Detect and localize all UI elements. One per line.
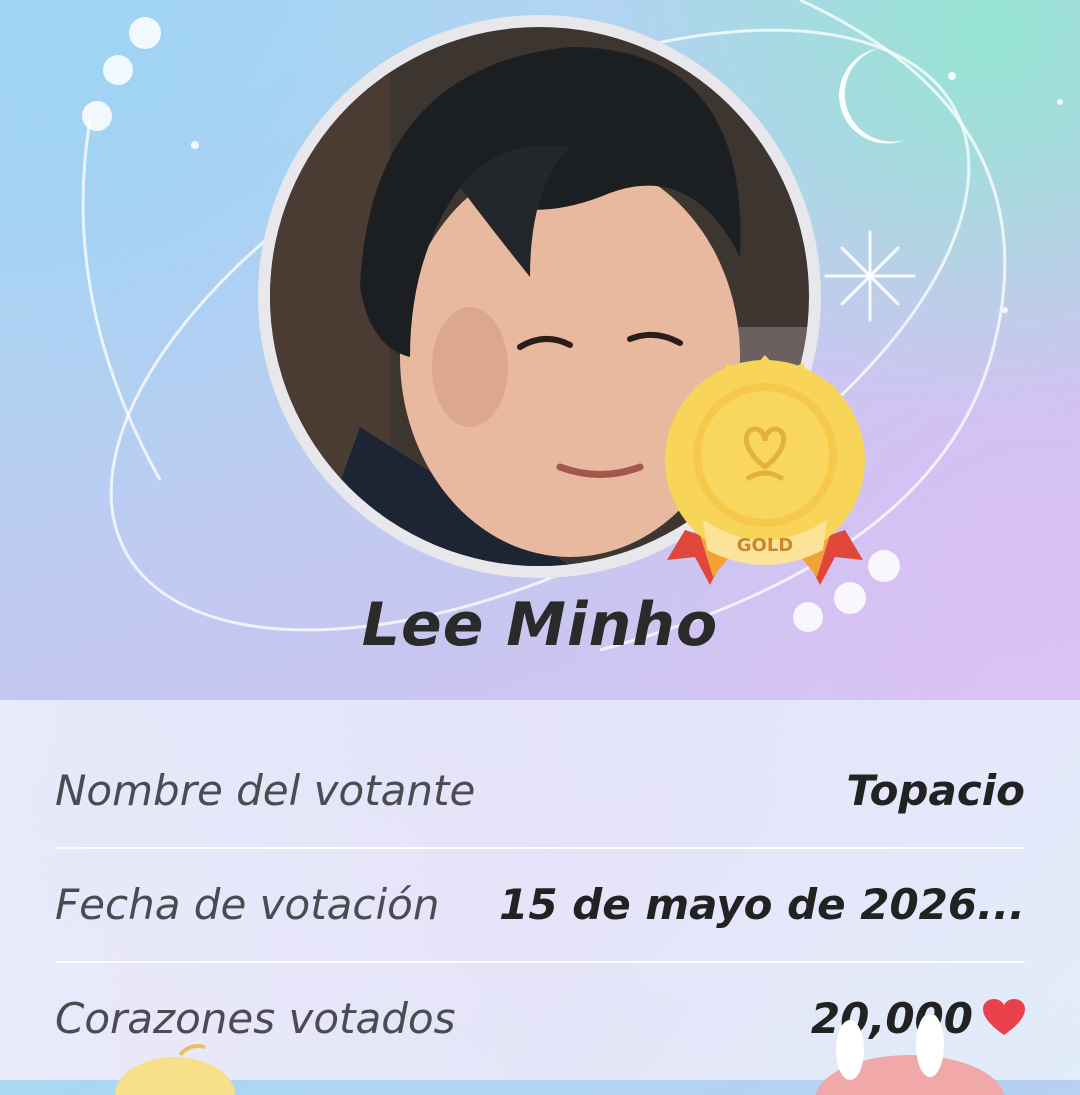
gold-medal-icon: GOLD	[655, 355, 875, 595]
profile-name: Lee Minho	[361, 590, 719, 660]
voter-row: Nombre del votante Topacio	[55, 733, 1025, 847]
date-label: Fecha de votación	[55, 879, 440, 929]
date-value: 15 de mayo de 2026...	[499, 879, 1025, 929]
chick-decoration-icon	[115, 1044, 235, 1095]
badge-text: GOLD	[737, 535, 794, 556]
voter-label: Nombre del votante	[55, 765, 476, 815]
bunny-decoration-icon	[815, 1015, 1005, 1095]
date-row: Fecha de votación 15 de mayo de 2026...	[55, 847, 1025, 961]
voter-value: Topacio	[846, 765, 1025, 815]
